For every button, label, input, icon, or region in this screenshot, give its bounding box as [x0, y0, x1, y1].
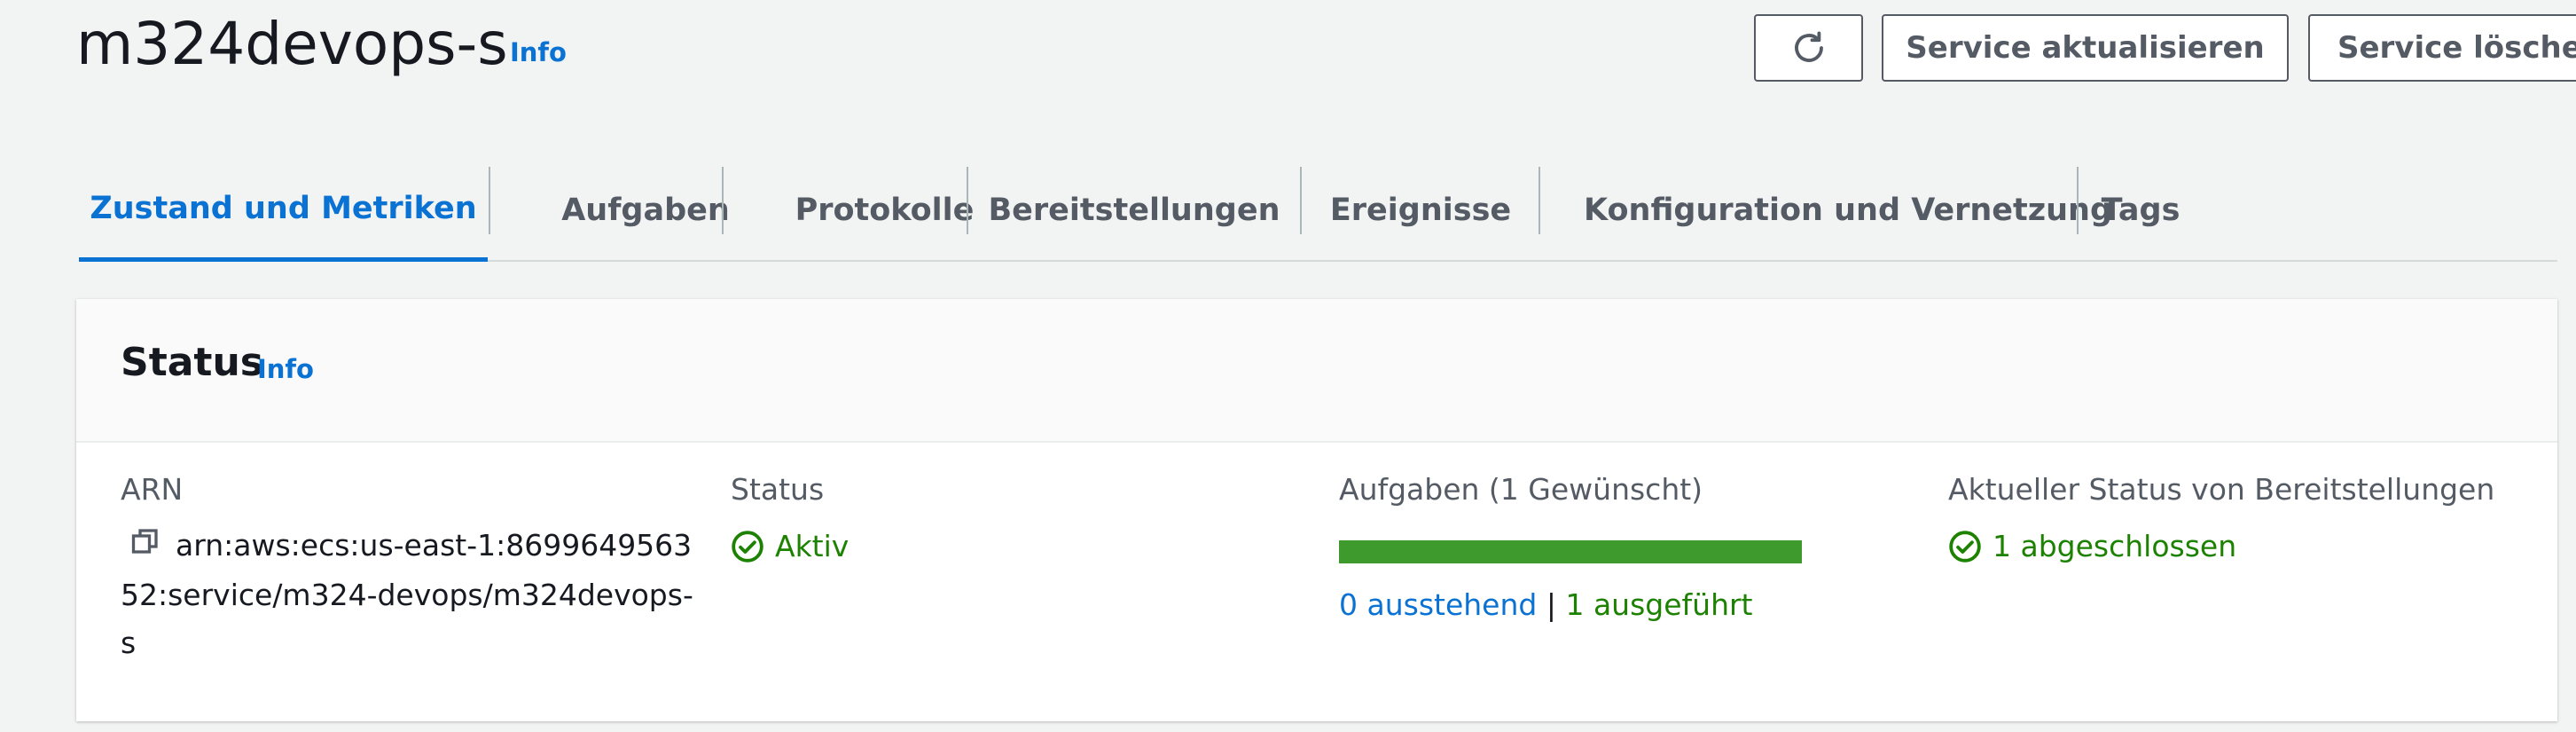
tab-events[interactable]: Ereignisse [1302, 160, 1539, 260]
task-count-separator: | [1546, 587, 1556, 622]
tab-configuration-networking[interactable]: Konfiguration und Vernetzung [1540, 160, 2156, 260]
check-circle-icon [1949, 531, 1981, 563]
status-panel-header: Status Info [76, 299, 2557, 443]
refresh-icon [1794, 31, 1823, 62]
page-title: m324devops-s [76, 10, 508, 78]
running-tasks-link[interactable]: 1 ausgeführt [1565, 587, 1752, 622]
delete-service-button[interactable]: Service löschen [2308, 14, 2576, 82]
deployments-value[interactable]: 1 abgeschlossen [1993, 522, 2236, 571]
deployments-section: Aktueller Status von Bereitstellungen 1 … [1948, 472, 2551, 563]
status-value-line: Aktiv [731, 522, 849, 571]
tab-health-metrics[interactable]: Zustand und Metriken [79, 160, 488, 262]
deployments-label: Aktueller Status von Bereitstellungen [1948, 472, 2495, 507]
arn-label: ARN [121, 472, 184, 507]
tasks-progress-bar [1339, 540, 1802, 563]
status-info-link[interactable]: Info [257, 354, 314, 384]
tasks-section: Aufgaben (1 Gewünscht) 0 ausstehend | 1 … [1339, 472, 1907, 622]
status-panel: Status Info ARN arn:aws:ecs:us-east-1:86… [76, 299, 2557, 721]
tab-tags[interactable]: Tags [2079, 160, 2203, 260]
task-counts: 0 ausstehend | 1 ausgeführt [1339, 587, 1753, 622]
update-service-button[interactable]: Service aktualisieren [1882, 14, 2289, 82]
tab-bar: Zustand und Metriken Aufgaben Protokolle… [79, 160, 2557, 262]
copy-icon[interactable] [129, 523, 161, 571]
arn-section: ARN arn:aws:ecs:us-east-1:869964956352:s… [121, 472, 724, 660]
tasks-label: Aufgaben (1 Gewünscht) [1339, 472, 1703, 507]
title-info-link[interactable]: Info [510, 37, 567, 67]
refresh-button[interactable] [1754, 14, 1863, 82]
check-circle-icon [732, 531, 763, 563]
status-label: Status [731, 472, 825, 507]
status-section: Status Aktiv [731, 472, 1263, 563]
status-panel-title: Status [121, 340, 263, 385]
arn-value: arn:aws:ecs:us-east-1:869964956352:servi… [121, 528, 693, 660]
tab-deployments[interactable]: Bereitstellungen [968, 160, 1300, 260]
page-header: m324devops-s Info Service aktualisieren … [76, 0, 2576, 98]
deployments-value-line: 1 abgeschlossen [1948, 522, 2236, 571]
status-value: Aktiv [775, 529, 850, 563]
tasks-progress-fill [1339, 540, 1802, 563]
pending-tasks-link[interactable]: 0 ausstehend [1339, 587, 1537, 622]
arn-value-wrap: arn:aws:ecs:us-east-1:869964956352:servi… [121, 522, 706, 667]
